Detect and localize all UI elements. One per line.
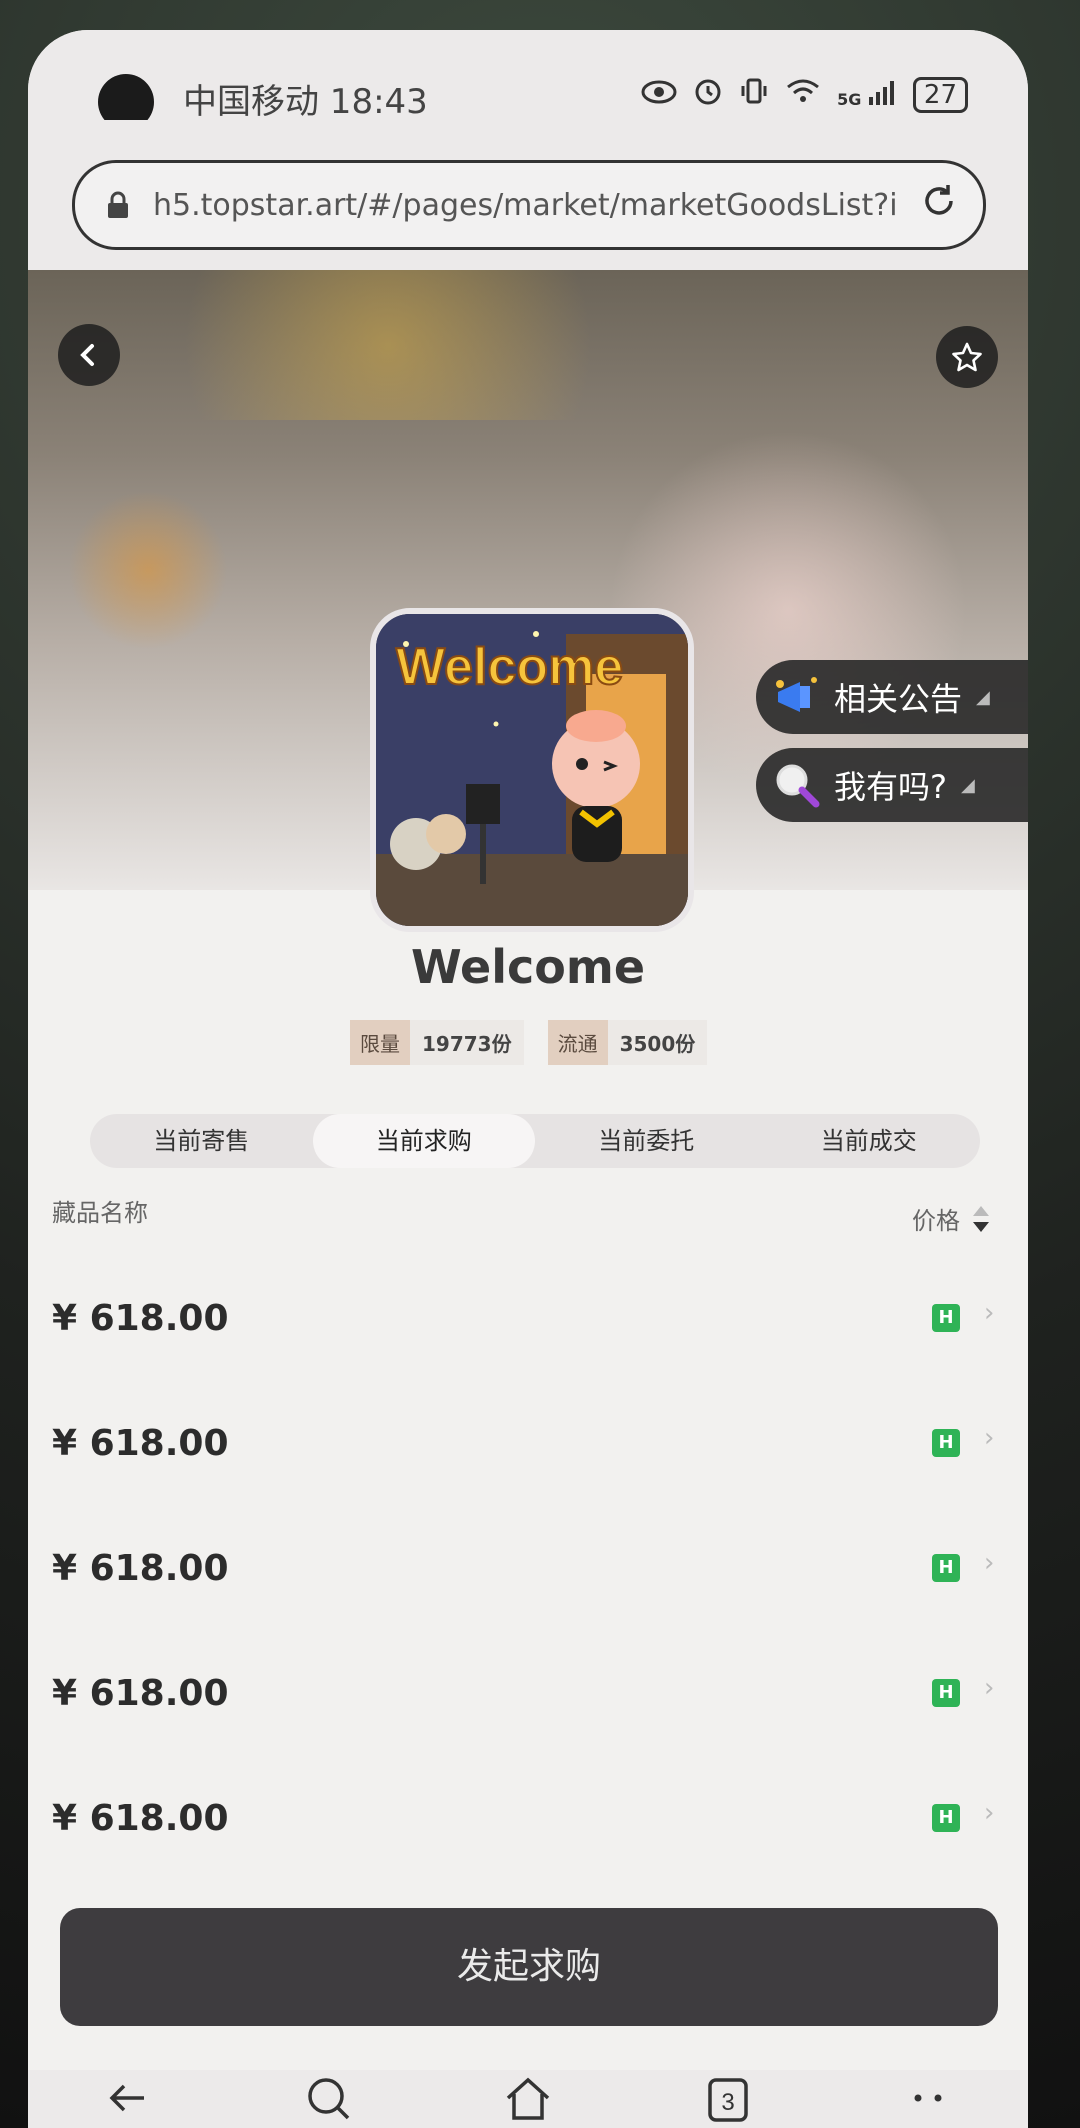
tab-deals[interactable]: 当前成交 <box>758 1114 981 1168</box>
signal-icon: 5G <box>837 80 897 109</box>
battery-indicator: 27 <box>912 76 968 113</box>
item-price: ¥ 618.00 <box>52 1548 229 1589</box>
list-header: 藏品名称 价格 <box>52 1193 992 1235</box>
hero-background-art <box>108 270 668 420</box>
chevron-right-icon: › <box>984 1673 995 1703</box>
favorite-button[interactable] <box>936 326 998 388</box>
chain-badge: H <box>932 1429 960 1457</box>
back-button[interactable] <box>58 324 120 386</box>
circulation-label: 流通 <box>547 1020 608 1065</box>
star-icon <box>952 342 982 372</box>
sort-icon <box>970 1204 992 1234</box>
magnifier-icon <box>770 758 824 812</box>
lock-icon <box>103 190 133 220</box>
address-bar[interactable]: h5.topstar.art/#/pages/market/marketGood… <box>72 160 986 250</box>
item-price: ¥ 618.00 <box>52 1298 229 1339</box>
chain-badge: H <box>932 1304 960 1332</box>
wifi-icon <box>785 77 821 112</box>
phone-screen: 中国移动 18:43 5G 27 h5.topstar.art/#/pages/… <box>28 30 1028 2128</box>
limit-value: 19773份 <box>422 1032 512 1056</box>
status-bar: 中国移动 18:43 5G 27 <box>28 30 1028 130</box>
list-item[interactable]: ¥ 618.00 H › <box>52 1782 1002 1862</box>
price-sort-header[interactable]: 价格 <box>912 1201 992 1236</box>
limit-tag: 限量 19773份 <box>350 1020 524 1065</box>
eye-icon <box>641 78 677 111</box>
collection-title: Welcome <box>410 940 646 994</box>
browser-toolbar: h5.topstar.art/#/pages/market/marketGood… <box>28 120 1028 270</box>
reload-icon[interactable] <box>917 179 961 223</box>
do-i-have-label: 我有吗? <box>834 768 947 806</box>
item-price: ¥ 618.00 <box>52 1423 229 1464</box>
chain-badge: H <box>932 1554 960 1582</box>
home-icon[interactable] <box>500 2070 556 2126</box>
item-price: ¥ 618.00 <box>52 1673 229 1714</box>
chevron-right-icon: › <box>984 1798 995 1828</box>
network-type: 5G <box>837 89 862 109</box>
tab-orders[interactable]: 当前委托 <box>535 1114 758 1168</box>
tab-consignment[interactable]: 当前寄售 <box>90 1114 313 1168</box>
chain-badge: H <box>932 1679 960 1707</box>
circulation-value: 3500份 <box>619 1032 696 1056</box>
browser-bottom-nav: 3 <box>28 2070 1028 2128</box>
initiate-buy-request-button[interactable]: 发起求购 <box>60 1908 998 2026</box>
circulation-tag: 流通 3500份 <box>547 1020 708 1065</box>
vibrate-icon <box>739 76 769 113</box>
alarm-icon <box>693 76 723 113</box>
chevron-right-icon: › <box>984 1423 995 1453</box>
caret-icon: ◢ <box>961 774 975 796</box>
list-item[interactable]: ¥ 618.00 H › <box>52 1532 1002 1612</box>
tabs-icon[interactable]: 3 <box>700 2070 756 2126</box>
announcement-button[interactable]: 相关公告 ◢ <box>756 660 1028 734</box>
chevron-right-icon: › <box>984 1298 995 1328</box>
item-price: ¥ 618.00 <box>52 1798 229 1839</box>
list-item[interactable]: ¥ 618.00 H › <box>52 1282 1002 1362</box>
list-item[interactable]: ¥ 618.00 H › <box>52 1407 1002 1487</box>
carrier-time: 中国移动 18:43 <box>183 82 428 122</box>
price-column-header: 价格 <box>912 1207 960 1235</box>
chevron-left-icon <box>80 344 94 366</box>
name-column-header: 藏品名称 <box>52 1199 148 1227</box>
hero-background-art <box>68 490 228 650</box>
status-icons: 5G 27 <box>641 76 968 113</box>
artwork-title: Welcome <box>396 638 623 696</box>
collection-tags: 限量 19773份 流通 3500份 <box>350 1020 708 1065</box>
chain-badge: H <box>932 1804 960 1832</box>
tab-count: 3 <box>721 2089 734 2116</box>
market-tabs: 当前寄售 当前求购 当前委托 当前成交 <box>90 1114 980 1168</box>
tab-buy-requests[interactable]: 当前求购 <box>312 1114 535 1168</box>
megaphone-icon <box>770 670 824 724</box>
announcement-label: 相关公告 <box>834 680 963 718</box>
limit-label: 限量 <box>350 1020 410 1065</box>
collection-artwork: Welcome <box>370 608 694 932</box>
list-item[interactable]: ¥ 618.00 H › <box>52 1657 1002 1737</box>
url-text[interactable]: h5.topstar.art/#/pages/market/marketGood… <box>153 188 913 223</box>
do-i-have-button[interactable]: 我有吗? ◢ <box>756 748 1028 822</box>
chevron-right-icon: › <box>984 1548 995 1578</box>
caret-icon: ◢ <box>976 686 990 708</box>
search-icon[interactable] <box>300 2070 356 2126</box>
arrow-left-icon[interactable] <box>100 2070 156 2126</box>
more-icon[interactable] <box>900 2070 956 2126</box>
